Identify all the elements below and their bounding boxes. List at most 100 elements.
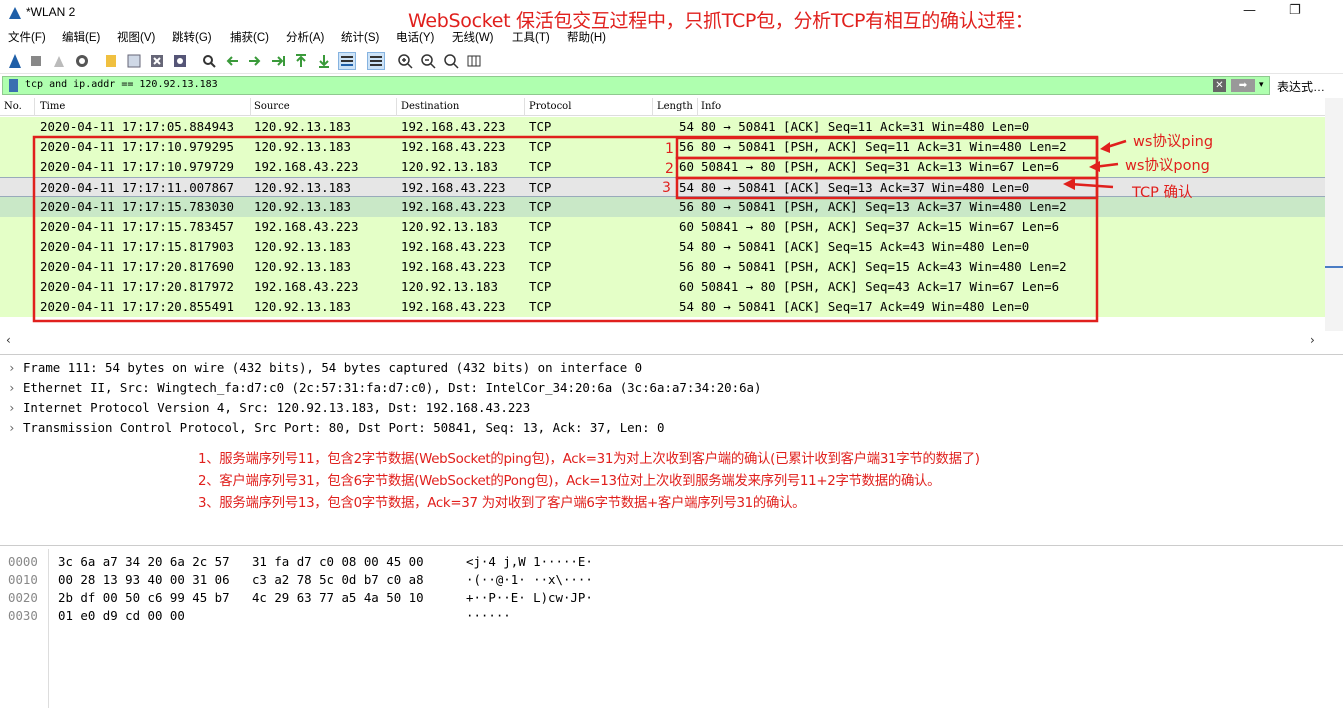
packet-info: 80 → 50841 [ACK] Seq=11 Ack=31 Win=480 L… [701, 119, 1030, 134]
detail-ethernet[interactable]: › Ethernet II, Src: Wingtech_fa:d7:c0 (2… [8, 380, 761, 395]
column-length[interactable]: Length [657, 101, 693, 112]
menu-tools[interactable]: 工具(T) [512, 29, 550, 45]
column-divider[interactable] [652, 98, 653, 116]
packet-info: 80 → 50841 [ACK] Seq=13 Ack=37 Win=480 L… [701, 180, 1030, 195]
column-time[interactable]: Time [40, 101, 65, 112]
byte-hex[interactable]: 2b df 00 50 c6 99 45 b7 4c 29 63 77 a5 4… [58, 590, 424, 605]
expression-button[interactable]: 表达式… [1277, 78, 1325, 95]
byte-offset: 0030 [8, 608, 38, 623]
detail-tcp[interactable]: › Transmission Control Protocol, Src Por… [8, 420, 664, 435]
byte-ascii[interactable]: ·(··@·1· ··x\···· [466, 572, 593, 587]
apply-filter-icon[interactable]: ➡ [1231, 79, 1255, 92]
column-source[interactable]: Source [254, 101, 290, 112]
packet-list-scrollbar[interactable] [1325, 98, 1343, 331]
zoom-in-icon[interactable] [396, 52, 414, 70]
restore-button[interactable]: ❐ [1289, 3, 1301, 18]
packet-length: 54 [679, 299, 694, 314]
expand-chevron-icon[interactable]: › [8, 380, 15, 395]
packet-length: 54 [679, 180, 694, 195]
menu-edit[interactable]: 编辑(E) [62, 29, 100, 45]
byte-hex[interactable]: 01 e0 d9 cd 00 00 [58, 608, 185, 623]
packet-info: 80 → 50841 [ACK] Seq=15 Ack=43 Win=480 L… [701, 239, 1030, 254]
packet-source: 192.168.43.223 [254, 159, 359, 174]
start-capture-icon[interactable] [6, 52, 24, 70]
detail-ipv4[interactable]: › Internet Protocol Version 4, Src: 120.… [8, 400, 530, 415]
column-protocol[interactable]: Protocol [529, 101, 571, 112]
column-divider[interactable] [34, 98, 35, 116]
stop-capture-icon[interactable] [27, 52, 45, 70]
packet-row[interactable]: 2020-04-11 17:17:20.817690 120.92.13.183… [0, 257, 1325, 277]
expand-chevron-icon[interactable]: › [8, 400, 15, 415]
capture-options-icon[interactable] [73, 52, 91, 70]
display-filter-input[interactable]: tcp and ip.addr == 120.92.13.183 ✕ ➡ ▾ [2, 76, 1270, 95]
menu-capture[interactable]: 捕获(C) [230, 29, 269, 45]
autoscroll-icon[interactable] [338, 52, 356, 70]
packet-row[interactable]: 2020-04-11 17:17:20.817972 192.168.43.22… [0, 277, 1325, 297]
packet-source: 120.92.13.183 [254, 299, 351, 314]
packet-row[interactable]: 2020-04-11 17:17:15.783457 192.168.43.22… [0, 217, 1325, 237]
filter-bookmark-icon[interactable] [9, 79, 18, 92]
find-packet-icon[interactable] [200, 52, 218, 70]
menu-go[interactable]: 跳转(G) [172, 29, 212, 45]
column-no[interactable]: No. [4, 101, 22, 112]
byte-offset: 0010 [8, 572, 38, 587]
column-info[interactable]: Info [701, 101, 721, 112]
annotation-ack: TCP 确认 [1132, 185, 1193, 201]
open-file-icon[interactable] [102, 52, 120, 70]
scroll-left-icon[interactable]: ‹ [6, 333, 11, 347]
byte-hex[interactable]: 00 28 13 93 40 00 31 06 c3 a2 78 5c 0d b… [58, 572, 424, 587]
go-first-icon[interactable] [292, 52, 310, 70]
column-destination[interactable]: Destination [401, 101, 459, 112]
annotation-ping: ws协议ping [1133, 134, 1214, 150]
packet-destination: 192.168.43.223 [401, 139, 506, 154]
expand-chevron-icon[interactable]: › [8, 360, 15, 375]
byte-hex[interactable]: 3c 6a a7 34 20 6a 2c 57 31 fa d7 c0 08 0… [58, 554, 424, 569]
scroll-right-icon[interactable]: › [1310, 333, 1315, 347]
packet-row[interactable]: 2020-04-11 17:17:15.817903 120.92.13.183… [0, 237, 1325, 257]
column-divider[interactable] [697, 98, 698, 116]
packet-protocol: TCP [529, 199, 552, 214]
clear-filter-icon[interactable]: ✕ [1213, 79, 1226, 92]
colorize-icon[interactable] [367, 52, 385, 70]
title-bar: *WLAN 2 WebSocket 保活包交互过程中，只抓TCP包，分析TCP有… [0, 0, 1343, 32]
byte-ascii[interactable]: +··P··E· L)cw·JP· [466, 590, 593, 605]
packet-source: 192.168.43.223 [254, 219, 359, 234]
packet-list-hscrollbar[interactable]: ‹ › [0, 332, 1325, 348]
packet-destination: 192.168.43.223 [401, 199, 506, 214]
menu-statistics[interactable]: 统计(S) [341, 29, 379, 45]
detail-frame[interactable]: › Frame 111: 54 bytes on wire (432 bits)… [8, 360, 642, 375]
packet-length: 60 [679, 159, 694, 174]
byte-ascii[interactable]: <j·4 j,W 1·····E· [466, 554, 593, 569]
zoom-normal-icon[interactable] [442, 52, 460, 70]
packet-row[interactable]: 2020-04-11 17:17:20.855491 120.92.13.183… [0, 297, 1325, 317]
packet-source: 120.92.13.183 [254, 259, 351, 274]
menu-wireless[interactable]: 无线(W) [452, 29, 494, 45]
menu-view[interactable]: 视图(V) [117, 29, 155, 45]
resize-columns-icon[interactable] [465, 52, 483, 70]
go-forward-icon[interactable] [246, 52, 264, 70]
expand-chevron-icon[interactable]: › [8, 420, 15, 435]
byte-ascii[interactable]: ······ [466, 608, 511, 623]
column-divider[interactable] [396, 98, 397, 116]
packet-row[interactable]: 2020-04-11 17:17:05.884943 120.92.13.183… [0, 117, 1325, 137]
menu-telephony[interactable]: 电话(Y) [396, 29, 434, 45]
go-to-packet-icon[interactable] [269, 52, 287, 70]
byte-offset: 0000 [8, 554, 38, 569]
reload-icon[interactable] [171, 52, 189, 70]
go-back-icon[interactable] [223, 52, 241, 70]
column-divider[interactable] [524, 98, 525, 116]
save-file-icon[interactable] [125, 52, 143, 70]
packet-source: 120.92.13.183 [254, 239, 351, 254]
go-last-icon[interactable] [315, 52, 333, 70]
menu-file[interactable]: 文件(F) [8, 29, 46, 45]
packet-row[interactable]: 2020-04-11 17:17:15.783030 120.92.13.183… [0, 197, 1325, 217]
column-divider[interactable] [250, 98, 251, 116]
close-file-icon[interactable] [148, 52, 166, 70]
menu-help[interactable]: 帮助(H) [567, 29, 606, 45]
restart-capture-icon[interactable] [50, 52, 68, 70]
zoom-out-icon[interactable] [419, 52, 437, 70]
menu-analyze[interactable]: 分析(A) [286, 29, 324, 45]
packet-info: 80 → 50841 [PSH, ACK] Seq=15 Ack=43 Win=… [701, 259, 1067, 274]
filter-history-chevron-icon[interactable]: ▾ [1259, 80, 1264, 90]
minimize-button[interactable]: — [1243, 3, 1256, 18]
